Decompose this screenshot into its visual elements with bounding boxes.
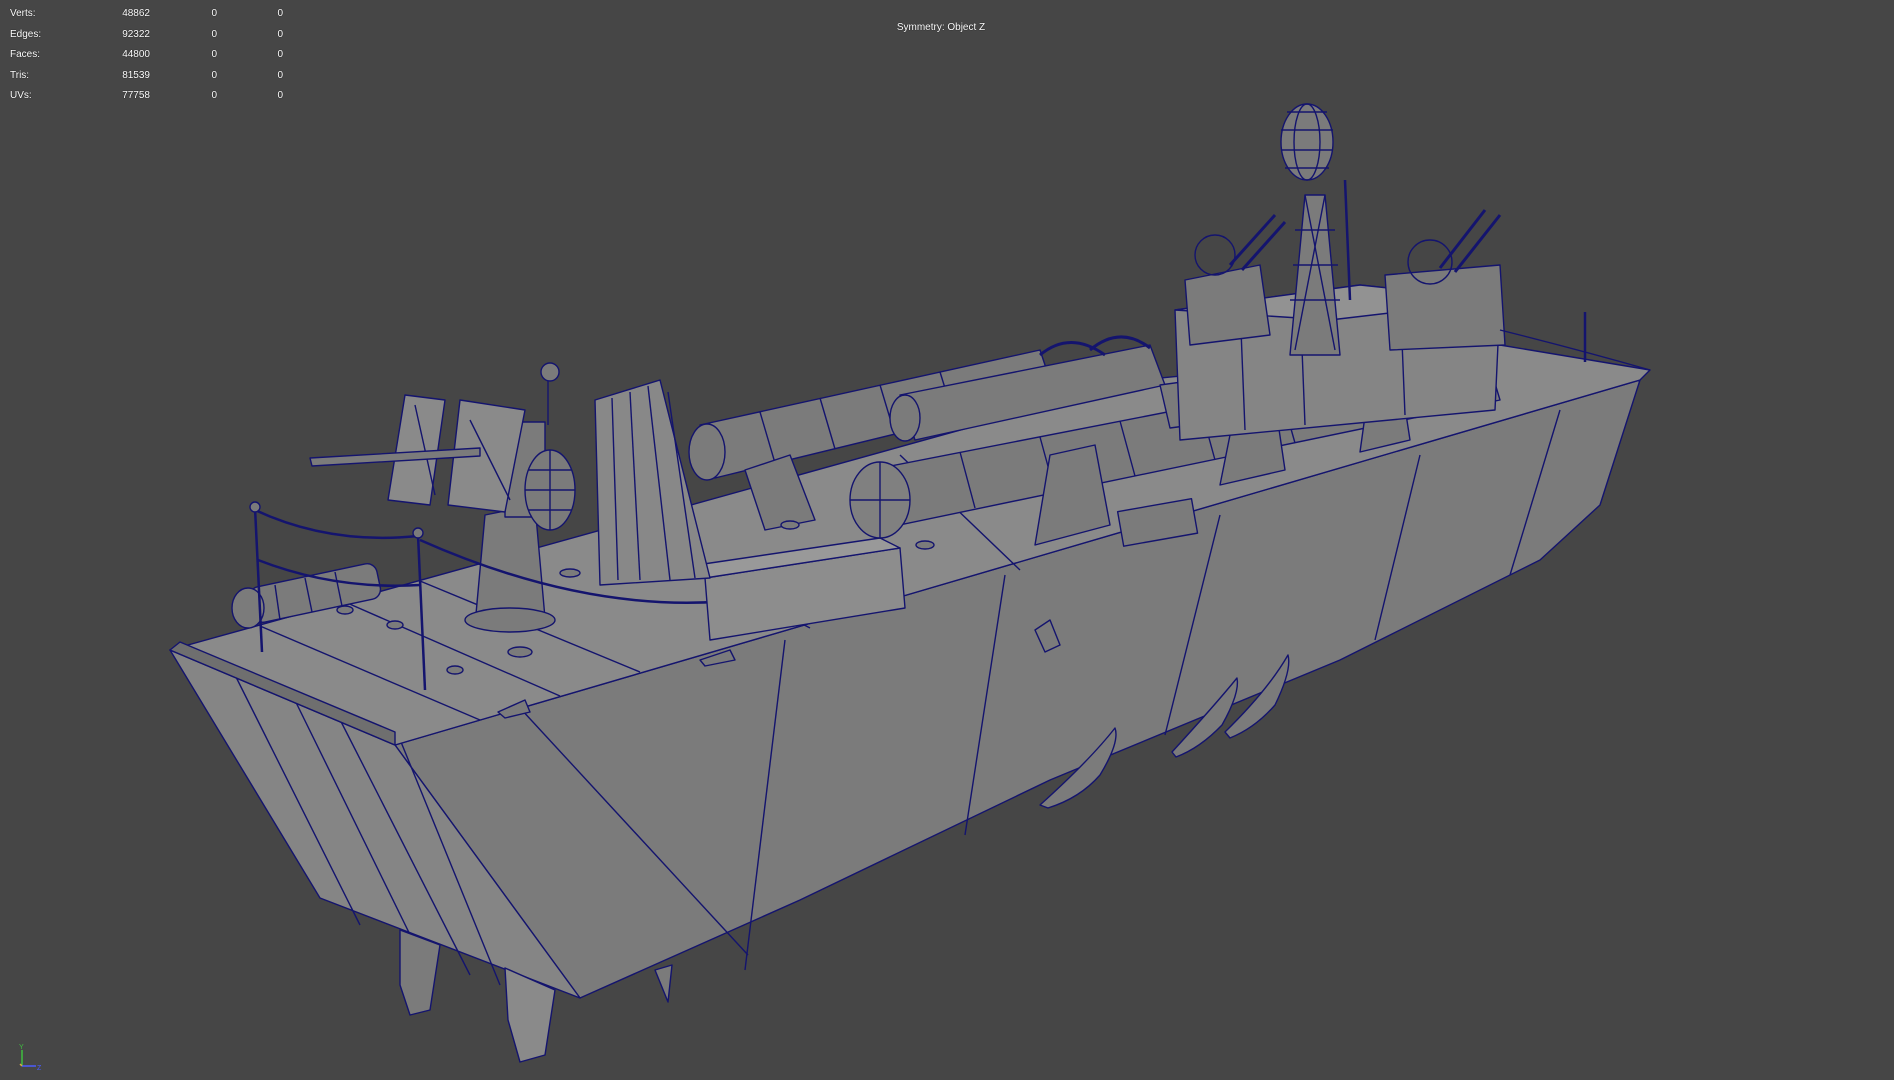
antenna-mast	[1343, 179, 1352, 301]
gun-pedestal-base	[464, 607, 556, 633]
railing-stanchion	[249, 501, 261, 513]
railing-stanchion	[412, 527, 424, 539]
twin-gun-turret-fwd[interactable]	[1384, 209, 1506, 351]
boat-model[interactable]	[0, 0, 1894, 1080]
axis-y-label: Y	[19, 1044, 24, 1051]
prop-strut[interactable]	[654, 964, 673, 1003]
view-axis-gizmo: Y Z	[19, 1044, 42, 1072]
rudder-left[interactable]	[399, 929, 441, 1016]
gun-sight[interactable]	[540, 362, 560, 382]
3d-viewport[interactable]: Verts: 48862 0 0 Edges: 92322 0 0 Faces:…	[0, 0, 1894, 1080]
axis-z-label: Z	[37, 1065, 42, 1072]
radar-mast[interactable]	[1289, 194, 1341, 356]
